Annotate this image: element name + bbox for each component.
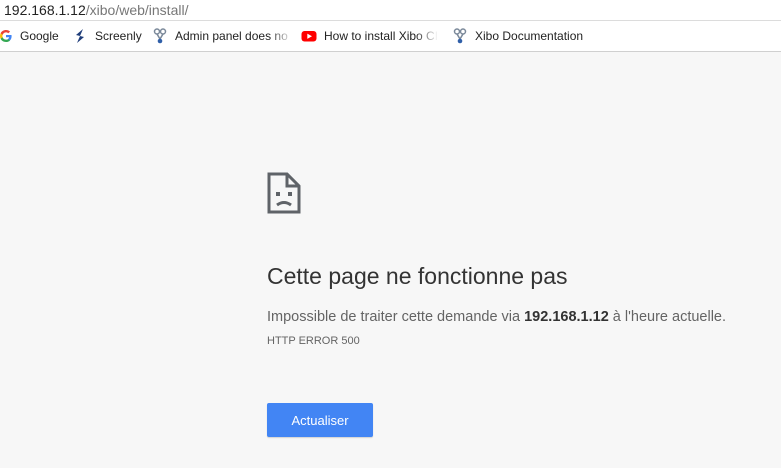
bookmark-label: Screenly	[95, 29, 142, 43]
sad-page-icon	[267, 172, 301, 214]
screenly-icon	[76, 29, 84, 43]
bookmark-xibo-documentation[interactable]: Xibo Documentation	[452, 27, 586, 45]
message-text: Impossible de traiter cette demande via	[267, 309, 525, 325]
bookmark-label: Google	[20, 29, 59, 43]
address-bar[interactable]: 192.168.1.12/xibo/web/install/	[0, 0, 781, 21]
message-text-end: à l'heure actuelle.	[608, 309, 727, 325]
url-host: 192.168.1.12	[4, 2, 86, 18]
xibo-icon	[453, 28, 467, 44]
bookmark-label: How to install Xibo CI	[324, 29, 438, 43]
bookmark-admin-panel[interactable]: Admin panel does no	[152, 27, 293, 45]
bookmark-label: Xibo Documentation	[475, 29, 584, 43]
bookmark-google[interactable]: Google	[0, 27, 59, 45]
google-icon	[0, 30, 12, 42]
bookmark-label: Admin panel does no	[175, 29, 288, 43]
youtube-icon	[301, 31, 317, 42]
message-host: 192.168.1.12	[524, 309, 609, 325]
error-code: HTTP ERROR 500	[267, 335, 360, 347]
bookmarks-bar: Google Screenly Admin panel does no How …	[0, 21, 781, 52]
xibo-icon	[153, 28, 167, 44]
reload-button[interactable]: Actualiser	[267, 403, 373, 437]
page-title: Cette page ne fonctionne pas	[267, 263, 568, 289]
bookmark-screenly[interactable]: Screenly	[72, 27, 142, 45]
url-path: /xibo/web/install/	[85, 2, 189, 18]
bookmark-how-to-install[interactable]: How to install Xibo CI	[301, 27, 438, 45]
url-text[interactable]: 192.168.1.12/xibo/web/install/	[4, 1, 188, 19]
error-message: Impossible de traiter cette demande via …	[267, 307, 726, 327]
